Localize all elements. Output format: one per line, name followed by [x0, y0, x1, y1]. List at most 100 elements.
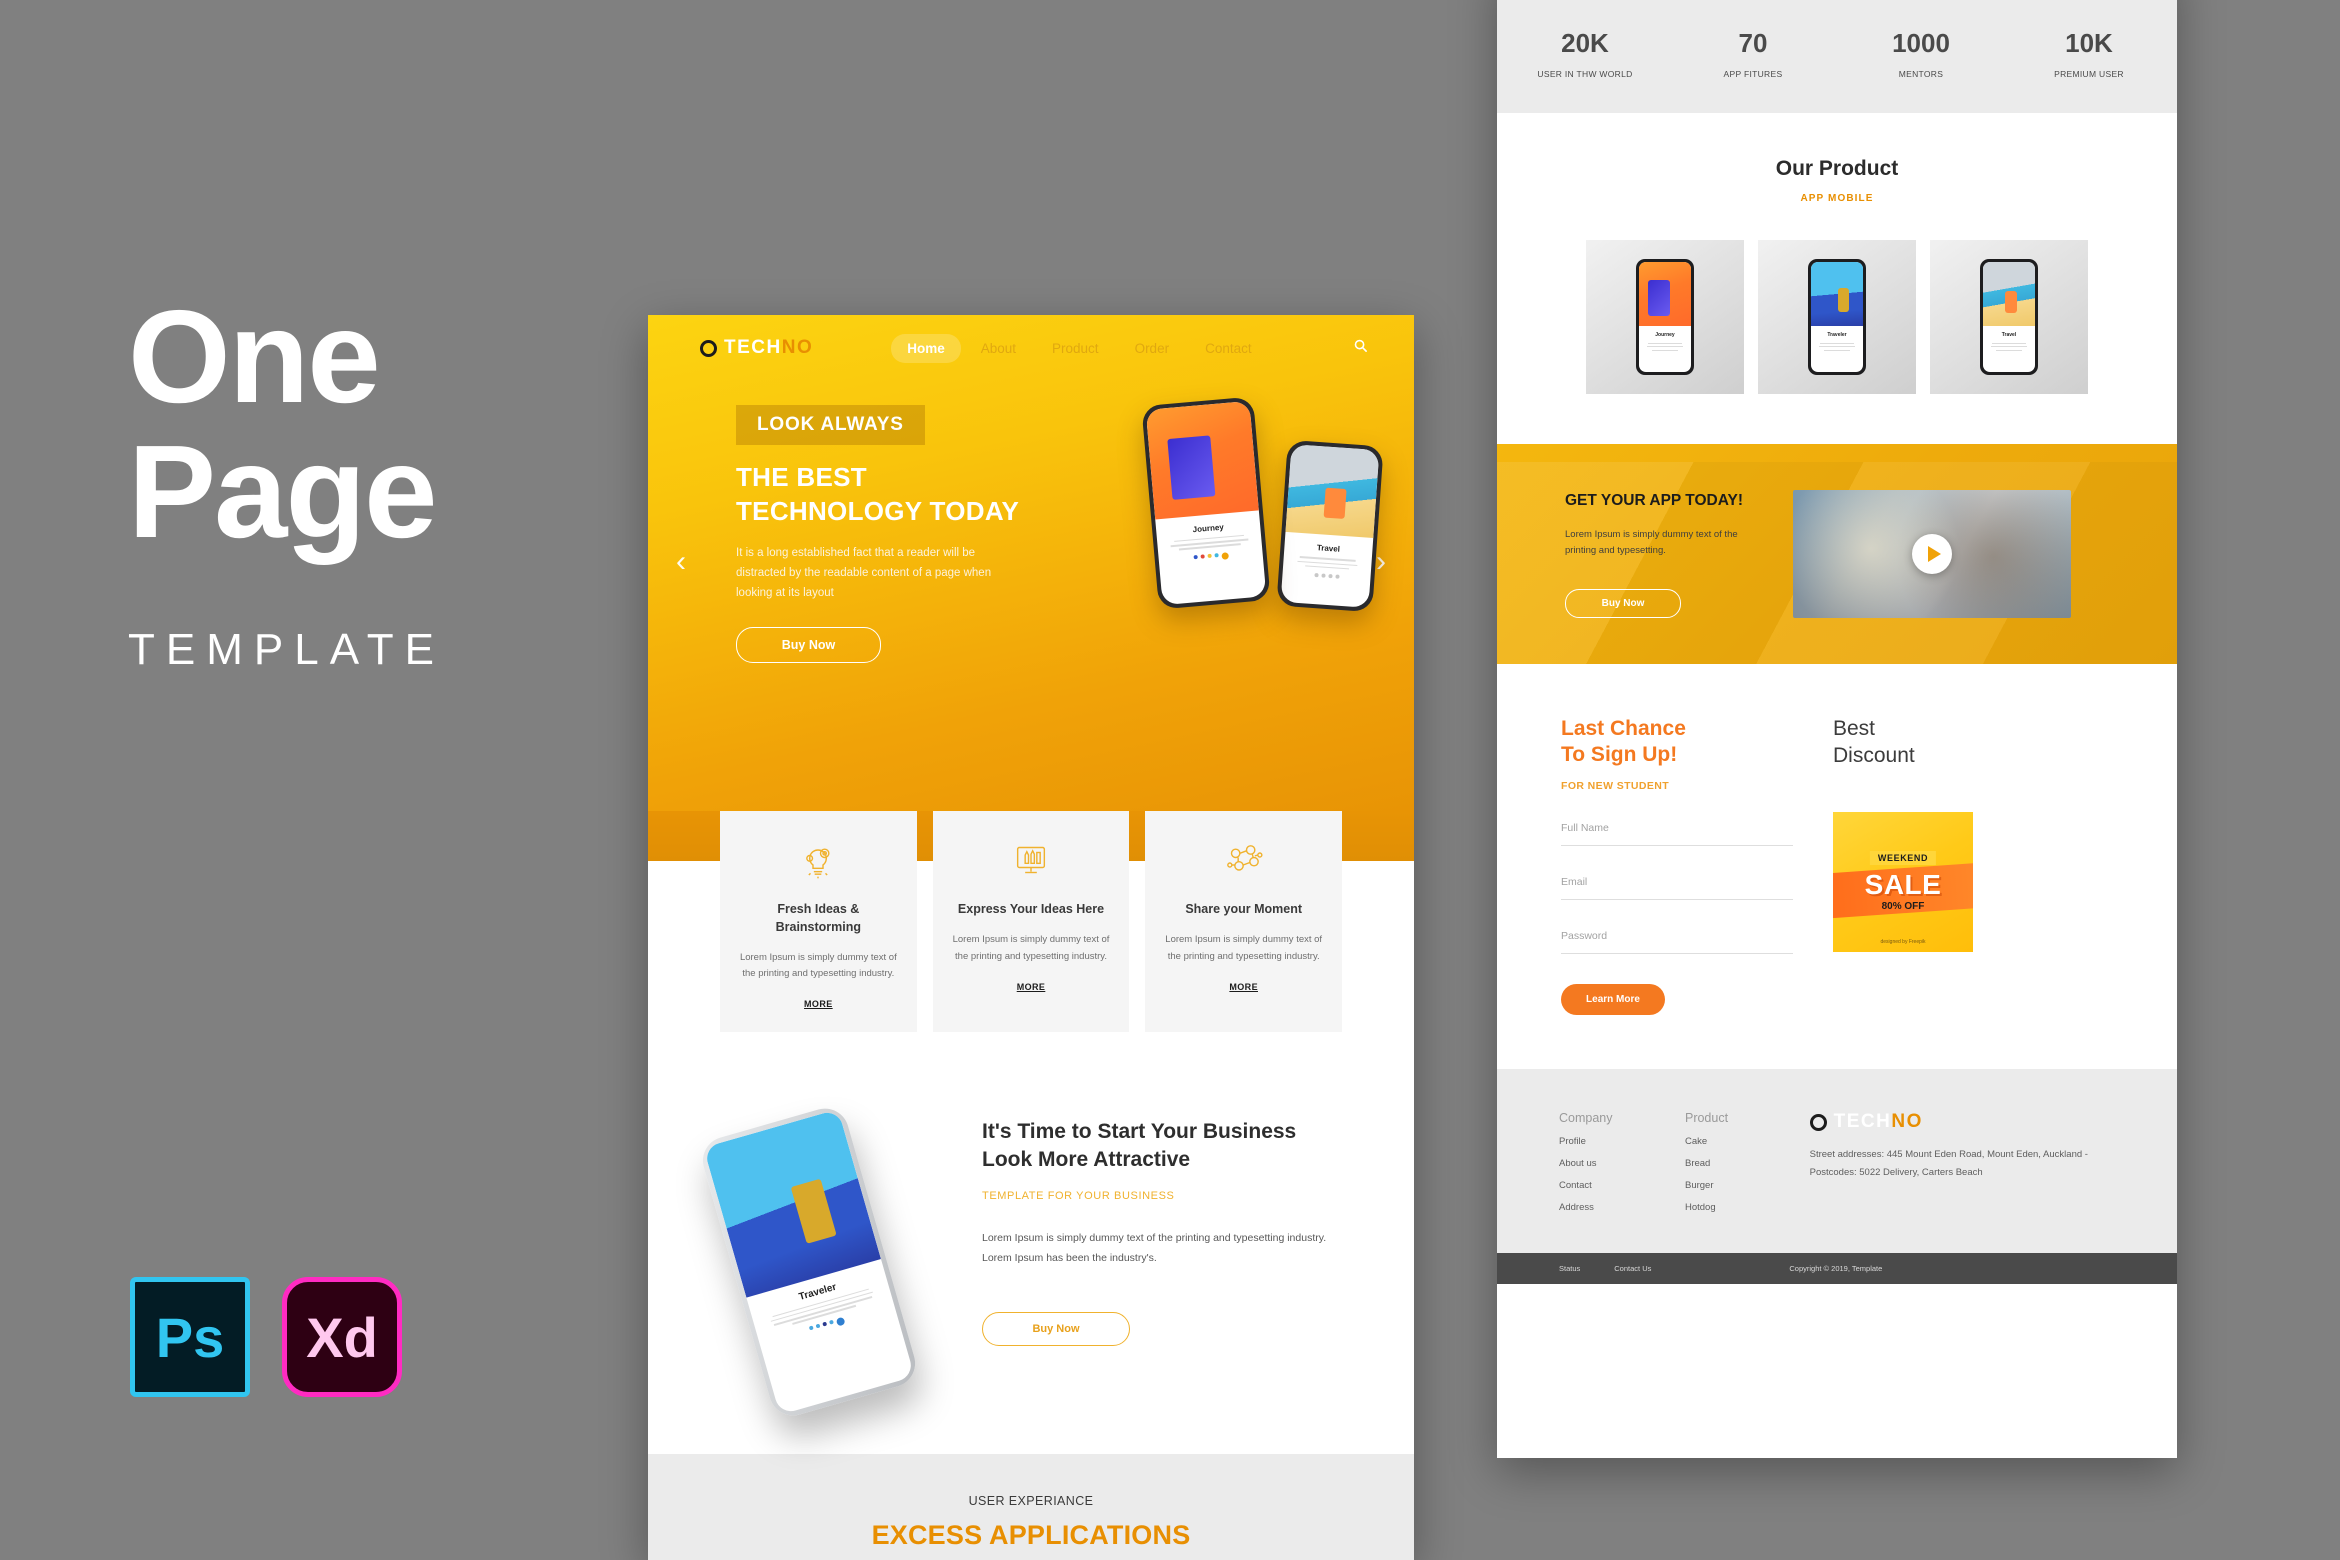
stat-label: USER IN THW WORLD: [1537, 69, 1633, 79]
footer-link-hotdog[interactable]: Hotdog: [1685, 1202, 1758, 1213]
stat-label: MENTORS: [1898, 69, 1944, 79]
product-kicker: APP MOBILE: [1800, 193, 1874, 204]
feature-card[interactable]: Express Your Ideas Here Lorem Ipsum is s…: [932, 811, 1130, 1033]
footer-link-contact[interactable]: Contact: [1559, 1180, 1633, 1191]
learn-more-button[interactable]: Learn More: [1561, 984, 1665, 1016]
product-tile[interactable]: Traveler: [1758, 240, 1916, 394]
user-experience-section: USER EXPERIANCE EXCESS APPLICATIONS: [648, 1454, 1414, 1560]
stat-number: 1000: [1892, 28, 1950, 58]
sale-banner-credit: designed by Freepik: [1880, 938, 1926, 945]
signup-heading-line1: Last Chance: [1561, 717, 1686, 740]
stats-section: 20K USER IN THW WORLD 70 APP FITURES 100…: [1497, 0, 2177, 113]
feature-card-more-link[interactable]: MORE: [1017, 982, 1046, 992]
email-field[interactable]: [1561, 872, 1793, 901]
monitor-design-icon: [947, 833, 1116, 887]
sale-banner-top: WEEKEND: [1869, 850, 1937, 865]
ux-heading: EXCESS APPLICATIONS: [871, 1520, 1191, 1551]
discount-heading-line1: Best: [1833, 717, 1876, 740]
footer-logo[interactable]: TECHNO: [1809, 1111, 2115, 1133]
play-icon[interactable]: [1912, 534, 1952, 574]
hero-phone-journey: Journey: [1141, 396, 1271, 610]
product-tile-title: Traveler: [1827, 331, 1847, 338]
product-section: Our Product APP MOBILE Journey Traveler …: [1497, 113, 2177, 444]
copyright-bar: Status Contact Us Copyright © 2019, Temp…: [1497, 1253, 2177, 1285]
journey-illustration: [1145, 400, 1259, 520]
business-copy: It's Time to Start Your Business Look Mo…: [982, 1114, 1348, 1414]
business-buy-now-button[interactable]: Buy Now: [982, 1312, 1130, 1347]
email-input[interactable]: [1561, 876, 1793, 889]
footer-link-burger[interactable]: Burger: [1685, 1180, 1758, 1191]
logo[interactable]: TECHNO: [700, 337, 813, 359]
footer-link-cake[interactable]: Cake: [1685, 1136, 1758, 1147]
full-name-input[interactable]: [1561, 822, 1793, 835]
video-thumbnail[interactable]: [1793, 490, 2071, 618]
footer-section: Company Profile About us Contact Address…: [1497, 1069, 2177, 1254]
signup-heading-line2: To Sign Up!: [1561, 742, 1678, 766]
cta-copy: GET YOUR APP TODAY! Lorem Ipsum is simpl…: [1565, 490, 1765, 618]
travel-illustration: [1285, 444, 1380, 539]
network-share-icon: [1159, 833, 1328, 887]
tilted-phone-mockup: Traveler: [697, 1103, 956, 1422]
footer-link-about-us[interactable]: About us: [1559, 1158, 1633, 1169]
footer-link-bread[interactable]: Bread: [1685, 1158, 1758, 1169]
feature-card-more-link[interactable]: MORE: [804, 999, 833, 1009]
logo-ring-icon: [1809, 1113, 1827, 1131]
feature-card[interactable]: Share your Moment Lorem Ipsum is simply …: [1145, 811, 1343, 1033]
sale-banner: WEEKEND SALE 80% OFF designed by Freepik: [1833, 811, 1973, 952]
logo-text-primary: TECH: [724, 337, 782, 358]
footer-logo-accent: NO: [1891, 1111, 1923, 1133]
feature-card[interactable]: Fresh Ideas & Brainstorming Lorem Ipsum …: [720, 811, 917, 1033]
ux-kicker: USER EXPERIANCE: [968, 1494, 1094, 1509]
password-field[interactable]: [1561, 926, 1793, 955]
footer-link-profile[interactable]: Profile: [1559, 1136, 1633, 1147]
cta-heading: GET YOUR APP TODAY!: [1565, 492, 1744, 510]
hero-buy-now-button[interactable]: Buy Now: [736, 626, 881, 663]
feature-card-title: Express Your Ideas Here: [957, 902, 1105, 916]
feature-card-text: Lorem Ipsum is simply dummy text of the …: [952, 933, 1110, 962]
nav-item-about[interactable]: About: [965, 334, 1032, 363]
footer-link-address[interactable]: Address: [1559, 1202, 1633, 1213]
placeholder-lines: [1291, 556, 1364, 571]
footer-product-column: Product Cake Bread Burger Hotdog: [1685, 1111, 1758, 1213]
promo-subtitle: TEMPLATE: [128, 625, 446, 675]
feature-card-more-link[interactable]: MORE: [1229, 982, 1258, 992]
copybar-link-status[interactable]: Status: [1559, 1264, 1580, 1273]
logo-text-accent: NO: [781, 337, 814, 358]
password-input[interactable]: [1561, 930, 1793, 943]
footer-logo-primary: TECH: [1833, 1111, 1892, 1133]
search-icon[interactable]: [1353, 338, 1368, 358]
carousel-dots: [1290, 572, 1362, 581]
signup-kicker: FOR NEW STUDENT: [1561, 780, 1670, 793]
traveler-illustration: [1811, 262, 1863, 326]
app-cta-section: GET YOUR APP TODAY! Lorem Ipsum is simpl…: [1497, 444, 2177, 664]
stat-number: 70: [1738, 28, 1768, 58]
footer-product-heading: Product: [1684, 1111, 1729, 1126]
nav-item-contact[interactable]: Contact: [1189, 334, 1268, 363]
promo-block: One Page TEMPLATE: [128, 283, 598, 675]
product-grid: Journey Traveler Travel: [1497, 240, 2177, 394]
promo-title-line2: Page: [128, 417, 438, 565]
footer-address: Street addresses: 445 Mount Eden Road, M…: [1809, 1149, 2088, 1178]
cta-buy-now-button[interactable]: Buy Now: [1565, 588, 1681, 618]
hero-paragraph: It is a long established fact that a rea…: [736, 546, 992, 599]
nav-item-home[interactable]: Home: [891, 333, 961, 363]
hero-tag: LOOK ALWAYS: [736, 405, 925, 445]
feature-card-title: Fresh Ideas & Brainstorming: [775, 902, 862, 934]
hero-phone-mockups: Travel Journey: [1140, 385, 1384, 615]
nav-item-order[interactable]: Order: [1119, 334, 1186, 363]
navbar: TECHNO Home About Product Order Contact: [648, 315, 1414, 381]
hero-phone-travel-title: Travel: [1316, 543, 1341, 555]
copybar-link-contact-us[interactable]: Contact Us: [1614, 1264, 1651, 1273]
stat-number: 20K: [1561, 28, 1609, 58]
software-badges: Ps Xd: [130, 1277, 402, 1397]
stat-number: 10K: [2065, 28, 2113, 58]
product-tile[interactable]: Journey: [1586, 240, 1744, 394]
feature-card-text: Lorem Ipsum is simply dummy text of the …: [739, 951, 897, 980]
full-name-field[interactable]: [1561, 818, 1793, 847]
right-page-mockup: 20K USER IN THW WORLD 70 APP FITURES 100…: [1497, 0, 2177, 1458]
adobe-xd-icon: Xd: [282, 1277, 402, 1397]
nav-item-product[interactable]: Product: [1036, 334, 1115, 363]
promo-title-line1: One: [128, 283, 381, 430]
product-tile[interactable]: Travel: [1930, 240, 2088, 394]
stat-item: 70 APP FITURES: [1698, 28, 1808, 79]
